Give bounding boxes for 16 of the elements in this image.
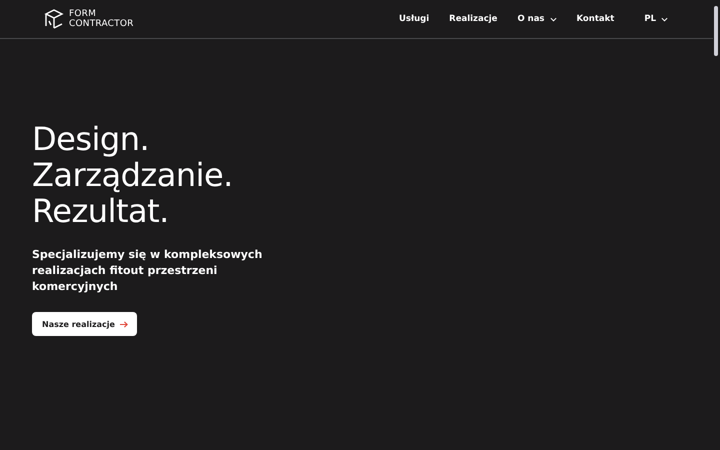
- nav-link[interactable]: Usługi: [399, 14, 430, 24]
- chevron-down-icon: [550, 16, 556, 22]
- hero-subtitle: Specjalizujemy się w kompleksowych realizacjach fitout przestrzeni komercyjnych: [32, 247, 264, 295]
- hero-heading: Zarządzanie.: [32, 157, 233, 193]
- logo-text: CONTRACTOR: [69, 19, 134, 29]
- language-selector[interactable]: PL: [644, 14, 668, 24]
- cube-logo-icon: [44, 8, 64, 30]
- nav-link[interactable]: Kontakt: [576, 14, 614, 24]
- nav-link[interactable]: O nas: [517, 14, 556, 24]
- chevron-down-icon: [661, 16, 668, 22]
- arrow-right-icon: [120, 320, 128, 328]
- logo-text: FORM: [69, 9, 98, 19]
- nav-link[interactable]: Realizacje: [449, 14, 498, 24]
- hero-heading: Design.: [32, 121, 150, 157]
- projects-button[interactable]: Nasze realizacje: [32, 312, 137, 336]
- hero-heading: Rezultat.: [32, 193, 169, 229]
